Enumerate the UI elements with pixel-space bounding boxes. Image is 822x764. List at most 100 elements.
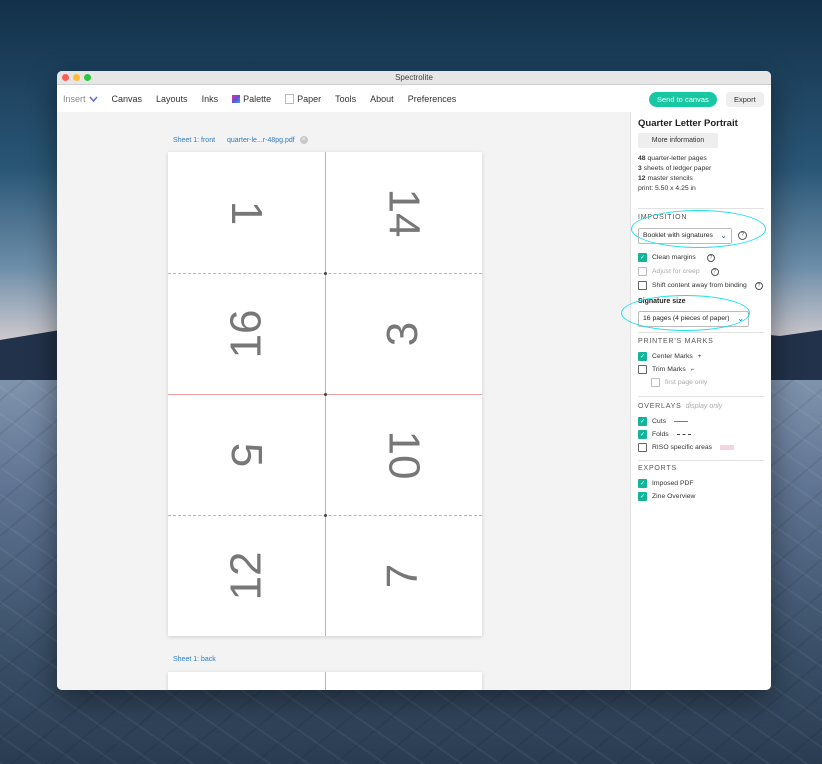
more-information-button[interactable]: More information — [638, 133, 718, 148]
minimize-window-button[interactable] — [73, 74, 80, 81]
menu-palette-label: Palette — [243, 93, 272, 104]
zine-overview-label: Zine Overview — [652, 493, 696, 500]
page-cell: 3 — [325, 273, 482, 394]
exports-heading: EXPORTS — [638, 465, 677, 472]
adjust-creep-label: Adjust for creep — [652, 268, 700, 275]
center-mark — [324, 272, 327, 275]
page-cell: 10 — [325, 394, 482, 515]
riso-label: RISO specific areas — [652, 444, 713, 451]
menu-palette[interactable]: Palette — [232, 94, 271, 104]
sheet-front: 1 14 16 3 5 10 12 7 — [168, 152, 482, 636]
riso-row[interactable]: RISO specific areas — [638, 443, 735, 452]
page-cell: 5 — [168, 394, 325, 515]
trim-marks-row[interactable]: Trim Marks ⌐ — [638, 365, 694, 374]
chevron-down-icon — [88, 96, 98, 102]
folds-label: Folds — [652, 431, 669, 438]
help-icon[interactable]: ? — [754, 281, 763, 290]
folds-checkbox[interactable]: ✓ — [638, 430, 647, 439]
menu-canvas-label: Canvas — [111, 93, 143, 104]
fold-line-swatch — [676, 434, 691, 435]
layout-stats: 48 quarter-letter pages 3 sheets of ledg… — [638, 154, 711, 194]
imposed-pdf-label: Imposed PDF — [652, 480, 694, 487]
help-icon[interactable]: ? — [706, 253, 715, 262]
remove-file-icon[interactable]: × — [299, 136, 308, 144]
layout-title: Quarter Letter Portrait — [638, 118, 738, 129]
cuts-row[interactable]: ✓ Cuts — [638, 417, 688, 426]
page-number: 1 — [222, 200, 272, 225]
page-number: 12 — [221, 551, 271, 600]
shift-content-label: Shift content away from binding — [652, 282, 747, 289]
stat-sheets: 3 sheets of ledger paper — [638, 165, 712, 172]
menu-inks[interactable]: Inks — [202, 94, 219, 104]
window-controls — [62, 74, 91, 81]
clean-margins-row[interactable]: ✓ Clean margins ? — [638, 253, 715, 262]
menu-tools-label: Tools — [335, 93, 357, 104]
menu-tools[interactable]: Tools — [335, 94, 356, 104]
insert-menu[interactable]: Insert — [63, 94, 98, 104]
menu-paper-label: Paper — [297, 93, 322, 104]
imposed-pdf-checkbox[interactable]: ✓ — [638, 479, 647, 488]
page-number: 3 — [378, 321, 428, 346]
zine-overview-checkbox[interactable]: ✓ — [638, 492, 647, 501]
center-marks-row[interactable]: ✓ Center Marks + — [638, 352, 701, 361]
center-mark-preview-icon: + — [697, 353, 702, 360]
menu-layouts-label: Layouts — [156, 93, 188, 104]
clean-margins-label: Clean margins — [652, 254, 696, 261]
shift-content-row[interactable]: Shift content away from binding ? — [638, 281, 763, 290]
zine-overview-row[interactable]: ✓ Zine Overview — [638, 492, 695, 501]
page-cell: 1 — [168, 152, 325, 273]
sheet-front-header: Sheet 1: front quarter-le...r-48pg.pdf × — [173, 136, 308, 144]
divider — [638, 396, 764, 397]
menu-preferences[interactable]: Preferences — [408, 94, 457, 104]
menu-inks-label: Inks — [201, 93, 219, 104]
highlight-ellipse — [631, 210, 766, 248]
page-number: 16 — [221, 309, 271, 358]
file-name-link[interactable]: quarter-le...r-48pg.pdf — [227, 137, 295, 144]
center-marks-label: Center Marks — [652, 353, 693, 360]
stat-pages: 48 quarter-letter pages — [638, 155, 707, 162]
help-icon[interactable]: ? — [710, 267, 719, 276]
folds-row[interactable]: ✓ Folds — [638, 430, 691, 439]
app-window: Spectrolite Insert Canvas Layouts Inks P… — [57, 71, 771, 690]
adjust-creep-checkbox[interactable] — [638, 267, 647, 276]
zoom-window-button[interactable] — [84, 74, 91, 81]
page-cell: 14 — [325, 152, 482, 273]
trim-mark-preview-icon: ⌐ — [690, 366, 695, 373]
paper-icon — [285, 93, 295, 104]
export-button[interactable]: Export — [726, 92, 764, 107]
sheet-back — [168, 672, 482, 690]
menu-layouts[interactable]: Layouts — [156, 94, 188, 104]
divider — [638, 460, 764, 461]
first-page-only-label: first page only — [665, 379, 708, 386]
imposed-pdf-row[interactable]: ✓ Imposed PDF — [638, 479, 694, 488]
stat-stencils: 12 master stencils — [638, 175, 693, 182]
center-marks-checkbox[interactable]: ✓ — [638, 352, 647, 361]
sheet-front-label: Sheet 1: front — [173, 136, 216, 144]
highlight-ellipse — [621, 295, 750, 331]
close-window-button[interactable] — [62, 74, 69, 81]
trim-marks-label: Trim Marks — [652, 366, 686, 373]
menu-about[interactable]: About — [370, 94, 394, 104]
clean-margins-checkbox[interactable]: ✓ — [638, 253, 647, 262]
divider — [638, 208, 764, 209]
cuts-checkbox[interactable]: ✓ — [638, 417, 647, 426]
canvas-area[interactable]: Sheet 1: front quarter-le...r-48pg.pdf ×… — [57, 112, 630, 690]
printers-marks-heading: PRINTER'S MARKS — [638, 338, 714, 345]
divider — [638, 332, 764, 333]
send-to-canvas-button[interactable]: Send to canvas — [649, 92, 717, 107]
trim-marks-checkbox[interactable] — [638, 365, 647, 374]
page-number: 10 — [379, 430, 429, 479]
first-page-only-checkbox[interactable] — [651, 378, 660, 387]
stat-print-size: print: 5.50 x 4.25 in — [638, 185, 696, 192]
insert-label: Insert — [63, 93, 86, 104]
shift-content-checkbox[interactable] — [638, 281, 647, 290]
page-number: 14 — [379, 188, 429, 237]
menu-canvas[interactable]: Canvas — [112, 94, 143, 104]
menu-about-label: About — [370, 93, 394, 104]
window-title: Spectrolite — [395, 73, 433, 82]
overlays-heading-text: OVERLAYS — [638, 403, 682, 410]
riso-checkbox[interactable] — [638, 443, 647, 452]
menu-paper[interactable]: Paper — [285, 93, 322, 104]
menu-preferences-label: Preferences — [407, 93, 457, 104]
page-number: 5 — [222, 442, 272, 467]
